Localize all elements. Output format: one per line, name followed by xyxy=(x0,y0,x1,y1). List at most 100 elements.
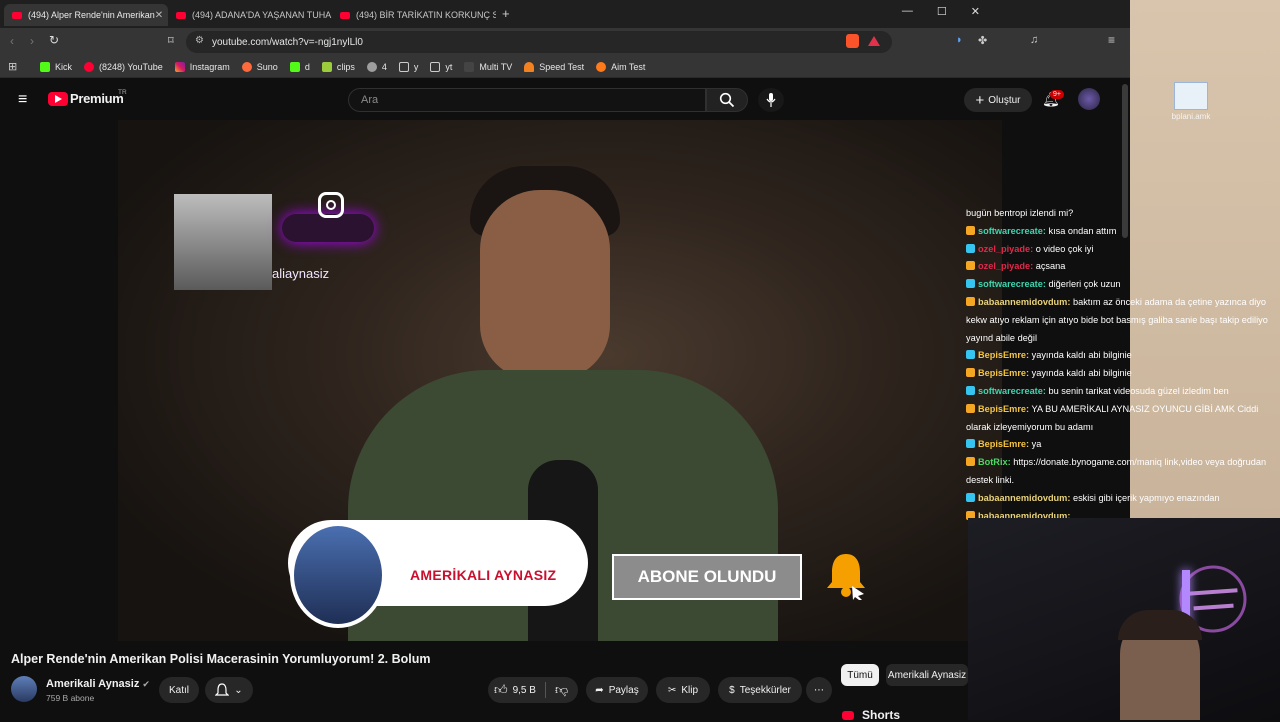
hamburger-menu-icon[interactable]: ≡ xyxy=(18,91,27,109)
instagram-glow xyxy=(282,214,374,242)
apps-icon[interactable]: ⊞ xyxy=(8,60,17,73)
chip-label: Tümü xyxy=(847,669,873,681)
bookmark-item[interactable]: Suno xyxy=(241,61,278,72)
webcam-overlay xyxy=(968,518,1280,720)
chat-message: bugün bentropi izlendi mi? xyxy=(966,205,1280,223)
join-button[interactable]: Katıl xyxy=(159,677,199,703)
chat-username[interactable]: BepisEmre: xyxy=(978,439,1029,449)
minimize-icon[interactable]: — xyxy=(902,5,913,18)
chat-username[interactable]: BotRix: xyxy=(978,457,1011,467)
microphone-icon xyxy=(766,93,776,107)
chat-username[interactable]: softwarecreate: xyxy=(978,386,1046,396)
browser-toolbar: ‹ › ↻ ⌑ ⚙ youtube.com/watch?v=-ngj1nylLl… xyxy=(0,28,1130,56)
chat-text: bugün bentropi izlendi mi? xyxy=(966,208,1074,218)
search-placeholder: Ara xyxy=(361,94,379,106)
chat-badge-icon xyxy=(966,296,975,306)
bookmark-folder[interactable]: yt xyxy=(430,61,453,72)
brave-shield-icon[interactable] xyxy=(846,34,859,48)
bookmark-item[interactable]: Multi TV xyxy=(464,61,513,72)
search-input[interactable]: Ara xyxy=(348,88,706,112)
brave-rewards-icon[interactable] xyxy=(868,36,880,46)
address-bar[interactable]: ⚙ youtube.com/watch?v=-ngj1nylLl0 xyxy=(186,31,892,53)
chat-message: BepisEmre: yayında kaldı abi bilginie xyxy=(966,347,1280,365)
close-window-icon[interactable]: ✕ xyxy=(971,5,980,18)
bookmark-item[interactable]: Aim Test xyxy=(596,61,646,72)
chat-username[interactable]: babaannemidovdum: xyxy=(978,493,1070,503)
chat-badge-icon xyxy=(966,225,975,235)
video-subject-face xyxy=(480,190,610,380)
clips-icon xyxy=(321,61,332,72)
chat-text: kısa ondan attım xyxy=(1048,225,1117,236)
instagram-icon xyxy=(174,61,185,72)
bookmark-item[interactable]: (8248) YouTube xyxy=(84,61,163,72)
browser-tab[interactable]: (494) ADANA'DA YAŞANAN TUHAF C xyxy=(168,4,332,26)
like-icon[interactable]: 👍︎ xyxy=(494,682,508,698)
chat-username[interactable]: softwarecreate: xyxy=(978,279,1046,289)
tab-title: (494) BİR TARİKATIN KORKUNÇ SON xyxy=(356,10,496,20)
instagram-icon xyxy=(318,192,344,218)
cloudflare-icon xyxy=(524,61,535,72)
chat-username[interactable]: ozel_piyade: xyxy=(978,244,1033,254)
chip-all[interactable]: Tümü xyxy=(841,664,879,686)
browser-tab[interactable]: (494) Alper Rende'nin Amerikan ✕ xyxy=(4,4,168,26)
chat-username[interactable]: BepisEmre: xyxy=(978,350,1029,360)
close-tab-icon[interactable]: ✕ xyxy=(155,10,163,21)
search-button[interactable] xyxy=(706,88,748,112)
bookmark-label: Multi TV xyxy=(479,61,513,72)
bookmark-label: y xyxy=(413,61,419,72)
maximize-icon[interactable]: ☐ xyxy=(937,5,947,18)
extensions-icon[interactable]: ✤ xyxy=(978,34,987,47)
chat-text: https://donate.bynogame.com/maniq link,v… xyxy=(966,457,1267,485)
back-icon[interactable]: ‹ xyxy=(10,34,14,48)
bookmark-folder[interactable]: y xyxy=(398,61,419,72)
youtube-logo-text[interactable]: Premium xyxy=(70,91,124,106)
voice-search-button[interactable] xyxy=(758,88,784,112)
bookmark-item[interactable]: d xyxy=(289,61,310,72)
menu-icon[interactable]: ≡ xyxy=(1108,33,1115,47)
bookmark-label: Aim Test xyxy=(611,61,646,72)
bookmark-item[interactable]: Speed Test xyxy=(524,61,584,72)
bookmark-icon[interactable]: ⌑ xyxy=(168,34,174,47)
more-actions-button[interactable]: ⋯ xyxy=(806,677,832,703)
clip-button[interactable]: ✂ Klip xyxy=(656,677,710,703)
bookmark-item[interactable]: clips xyxy=(321,61,355,72)
chat-username[interactable]: ozel_piyade: xyxy=(978,261,1033,271)
thanks-button[interactable]: $ Teşekkürler xyxy=(718,677,802,703)
subscribed-dropdown[interactable]: ⌄ xyxy=(205,677,253,703)
aim-test-icon xyxy=(596,61,607,72)
bookmark-item[interactable]: Kick xyxy=(40,61,72,72)
bookmark-item[interactable]: Instagram xyxy=(174,61,230,72)
chat-username[interactable]: BepisEmre: xyxy=(978,368,1029,378)
bookmark-label: yt xyxy=(445,61,453,72)
new-tab-icon[interactable]: + xyxy=(502,6,510,21)
site-info-icon[interactable]: ⚙ xyxy=(195,35,204,46)
browser-tab-bar: (494) Alper Rende'nin Amerikan ✕ (494) A… xyxy=(0,0,1130,28)
share-button[interactable]: ➦ Paylaş xyxy=(586,677,648,703)
dislike-icon[interactable]: 👎︎ xyxy=(555,682,568,698)
channel-name[interactable]: Amerikali Aynasiz ✔ xyxy=(46,678,150,690)
account-avatar[interactable] xyxy=(1078,88,1100,110)
bookmark-label: Suno xyxy=(256,61,278,72)
chat-text: bu senin tarikat videosuda güzel izledim… xyxy=(1048,385,1229,396)
chat-text: açsana xyxy=(1035,261,1066,272)
chat-username[interactable]: softwarecreate: xyxy=(978,226,1046,236)
create-button[interactable]: + Oluştur xyxy=(964,88,1032,112)
browser-tab[interactable]: (494) BİR TARİKATIN KORKUNÇ SON xyxy=(332,4,496,26)
verified-icon: ✔ xyxy=(142,679,150,689)
banner-avatar xyxy=(290,522,386,628)
chip-channel[interactable]: Amerikali Aynasiz xyxy=(886,664,968,686)
media-icon[interactable]: ♫ xyxy=(1030,34,1038,46)
document-icon[interactable] xyxy=(1174,82,1208,110)
reload-icon[interactable]: ↻ xyxy=(49,33,59,47)
bookmark-item[interactable]: 4 xyxy=(366,61,387,72)
video-player[interactable]: aliaynasiz AMERİKALI AYNASIZ ABONE OLUND… xyxy=(118,120,1002,641)
chat-username[interactable]: BepisEmre: xyxy=(978,404,1029,414)
forward-icon[interactable]: › xyxy=(30,34,34,48)
channel-avatar[interactable] xyxy=(11,676,37,702)
youtube-logo-icon[interactable] xyxy=(48,92,68,106)
chat-message: BepisEmre: YA BU AMERİKALI AYNASIZ OYUNC… xyxy=(966,401,1280,437)
stream-chat: bugün bentropi izlendi mi? softwarecreate… xyxy=(966,205,1280,525)
youtube-icon xyxy=(84,61,95,72)
chat-username[interactable]: babaannemidovdum: xyxy=(978,297,1070,307)
extension-icon[interactable]: ◗ xyxy=(956,34,963,46)
